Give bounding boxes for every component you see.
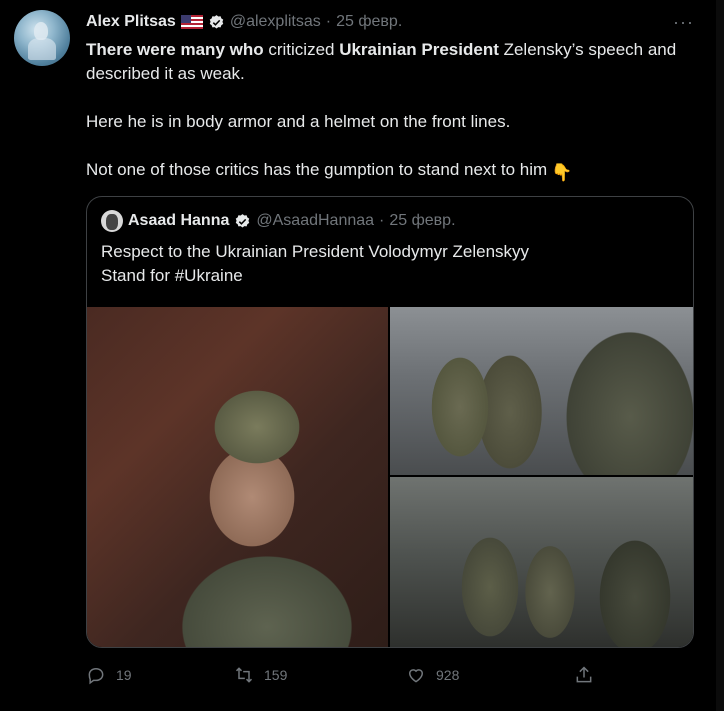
author-handle[interactable]: @alexplitsas [230, 13, 321, 31]
quoted-tweet[interactable]: Asaad Hanna @AsaadHannaa · 25 февр. Resp… [86, 196, 694, 648]
tweet-paragraph-2: Here he is in body armor and a helmet on… [86, 112, 511, 131]
separator: · [379, 212, 385, 229]
heart-icon [408, 669, 424, 683]
author-name[interactable]: Alex Plitsas [86, 13, 176, 31]
retweet-button[interactable]: 159 [234, 662, 287, 688]
tweet-paragraph-1: There were many who criticized Ukrainian… [86, 38, 696, 86]
reply-count: 19 [116, 667, 132, 683]
quoted-tweet-header: Asaad Hanna @AsaadHannaa · 25 февр. [101, 210, 456, 232]
reply-icon [88, 667, 104, 685]
retweet-count: 159 [264, 667, 288, 683]
text-segment: Ukrainian President [339, 40, 499, 59]
us-flag-icon [180, 15, 203, 29]
quoted-tweet-text: Respect to the Ukrainian President Volod… [101, 240, 529, 288]
photo-grid [87, 307, 693, 647]
text-segment: criticized [263, 40, 340, 59]
photo-3[interactable] [390, 477, 693, 647]
reply-button[interactable]: 19 [86, 662, 132, 688]
more-options-icon[interactable]: ··· [673, 12, 694, 33]
scrollbar[interactable] [716, 0, 724, 711]
photo-2[interactable] [390, 307, 693, 475]
photo-1[interactable] [87, 307, 388, 647]
text-segment: Not one of those critics has the gumptio… [86, 160, 548, 179]
share-button[interactable] [574, 662, 594, 688]
like-button[interactable]: 928 [406, 662, 459, 688]
pointing-down-emoji: 👇 [551, 163, 573, 182]
text-segment: There were many who [86, 40, 264, 59]
retweet-icon [235, 667, 253, 683]
quoted-author-name[interactable]: Asaad Hanna [128, 212, 229, 230]
tweet-actions: 19 159 928 [86, 662, 606, 688]
quoted-tweet-date[interactable]: 25 февр. [389, 212, 455, 230]
tweet-text: There were many who criticized Ukrainian… [86, 38, 696, 185]
separator: · [325, 13, 332, 30]
like-count: 928 [436, 667, 460, 683]
verified-icon [209, 14, 224, 29]
quoted-text-line: Stand for #Ukraine [101, 266, 243, 285]
avatar[interactable] [14, 10, 70, 66]
tweet-date[interactable]: 25 февр. [336, 13, 402, 31]
verified-icon [236, 213, 250, 228]
tweet-paragraph-3: Not one of those critics has the gumptio… [86, 158, 696, 185]
quoted-avatar[interactable] [101, 210, 123, 232]
share-icon [576, 666, 592, 683]
quoted-text-line: Respect to the Ukrainian President Volod… [101, 242, 530, 261]
tweet[interactable]: Alex Plitsas @alexplitsas · 25 февр. ···… [0, 0, 724, 711]
quoted-author-handle[interactable]: @AsaadHannaa [256, 212, 374, 230]
tweet-header: Alex Plitsas @alexplitsas · 25 февр. [86, 12, 402, 32]
